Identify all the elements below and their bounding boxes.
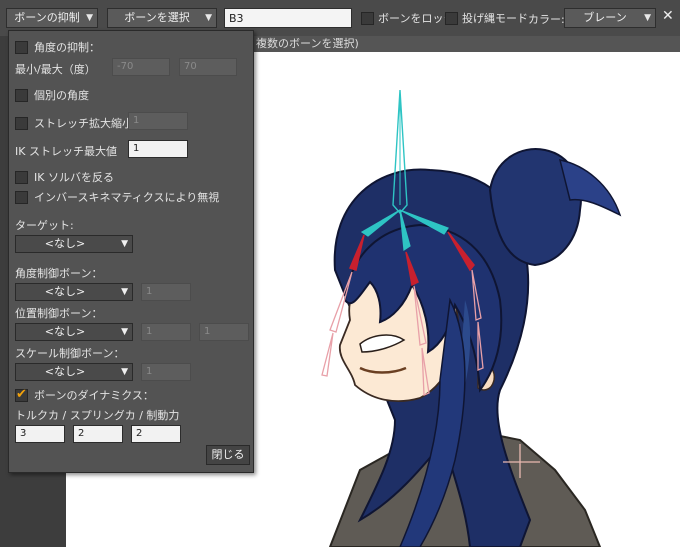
chevron-down-icon: ▼ [86, 13, 93, 23]
bone-properties-panel: 角度の抑制： 最小/最大（度） -70 70 個別の角度 ストレッチ拡大縮小 1… [8, 30, 254, 473]
chevron-down-icon: ▼ [121, 239, 128, 249]
scale-control-field[interactable]: 1 [141, 363, 191, 381]
lock-bone-toggle[interactable]: ボーンをロック [361, 10, 454, 26]
chevron-down-icon: ▼ [205, 13, 212, 23]
dynamics-params-label: トルクカ / スプリングカ / 制動力 [15, 409, 180, 422]
close-button[interactable]: 閉じる [206, 445, 250, 465]
chevron-down-icon: ▼ [121, 287, 128, 297]
angle-control-dropdown[interactable]: <なし> ▼ [15, 283, 133, 301]
color-label: カラー: [528, 13, 565, 26]
chevron-down-icon: ▼ [644, 13, 651, 23]
target-value: <なし> [44, 237, 86, 250]
dynamics-toggle[interactable]: ボーンのダイナミクス： [15, 387, 154, 403]
stretch-label: ストレッチ拡大縮小 [34, 117, 133, 130]
lasso-mode-checkbox[interactable] [445, 11, 458, 25]
torque-field[interactable]: 3 [15, 425, 65, 443]
bone-name-input[interactable] [224, 8, 352, 28]
target-label: ターゲット: [15, 219, 74, 232]
position-x-field[interactable]: 1 [141, 323, 191, 341]
canvas-tab-label: 複数のボーンを選択) [256, 37, 359, 50]
position-y-field[interactable]: 1 [199, 323, 249, 341]
ik-stretch-max-field[interactable]: 1 [128, 140, 188, 158]
position-control-value: <なし> [44, 325, 86, 338]
position-control-dropdown[interactable]: <なし> ▼ [15, 323, 133, 341]
scale-control-label: スケール制御ボーン： [15, 347, 125, 360]
lasso-mode-label: 投げ縄モード [462, 12, 528, 25]
ik-solver-label: IK ソルバを反る [34, 171, 114, 184]
lock-bone-checkbox[interactable] [361, 11, 374, 25]
ignore-inverse-checkbox[interactable] [15, 190, 28, 204]
max-angle-field[interactable]: 70 [179, 58, 237, 76]
scale-control-value: <なし> [44, 365, 86, 378]
bone-constraint-dropdown[interactable]: ボーンの抑制 ▼ [6, 8, 98, 28]
canvas-tab[interactable]: 複数のボーンを選択) [250, 36, 680, 52]
individual-angle-checkbox[interactable] [15, 88, 28, 102]
min-angle-field[interactable]: -70 [112, 58, 170, 76]
bone-select-label: ボーンを選択 [124, 11, 190, 24]
scale-control-dropdown[interactable]: <なし> ▼ [15, 363, 133, 381]
lasso-mode-toggle[interactable]: 投げ縄モード [445, 10, 528, 26]
close-icon[interactable]: ✕ [662, 8, 674, 24]
lock-bone-label: ボーンをロック [378, 12, 455, 25]
chevron-down-icon: ▼ [121, 327, 128, 337]
angle-control-label: 角度制御ボーン： [15, 267, 103, 280]
target-dropdown[interactable]: <なし> ▼ [15, 235, 133, 253]
position-control-label: 位置制御ボーン： [15, 307, 103, 320]
ignore-inverse-toggle[interactable]: インバースキネマティクスにより無視 [15, 189, 219, 205]
ik-solver-checkbox[interactable] [15, 170, 28, 184]
bone-pink [321, 332, 334, 377]
color-dropdown[interactable]: ブレーン ▼ [564, 8, 656, 28]
color-value: ブレーン [583, 11, 627, 24]
angle-constraint-toggle[interactable]: 角度の抑制： [15, 39, 100, 55]
stretch-toggle[interactable]: ストレッチ拡大縮小 [15, 115, 133, 131]
damping-field[interactable]: 2 [131, 425, 181, 443]
bone-select-dropdown[interactable]: ボーンを選択 ▼ [107, 8, 217, 28]
ik-solver-toggle[interactable]: IK ソルバを反る [15, 169, 114, 185]
individual-angle-toggle[interactable]: 個別の角度 [15, 87, 89, 103]
angle-control-value: <なし> [44, 285, 86, 298]
min-max-label: 最小/最大（度） [15, 63, 96, 76]
angle-constraint-checkbox[interactable] [15, 40, 28, 54]
angle-control-field[interactable]: 1 [141, 283, 191, 301]
spring-field[interactable]: 2 [73, 425, 123, 443]
chevron-down-icon: ▼ [121, 367, 128, 377]
ik-stretch-max-label: IK ストレッチ最大値 [15, 145, 117, 158]
stretch-checkbox[interactable] [15, 116, 28, 130]
ignore-inverse-label: インバースキネマティクスにより無視 [34, 191, 220, 204]
dynamics-label: ボーンのダイナミクス： [34, 389, 154, 402]
bone-constraint-label: ボーンの抑制 [14, 11, 80, 24]
individual-angle-label: 個別の角度 [34, 89, 89, 102]
stretch-field[interactable]: 1 [128, 112, 188, 130]
angle-constraint-label: 角度の抑制： [34, 41, 100, 54]
dynamics-checkbox[interactable] [15, 387, 28, 402]
